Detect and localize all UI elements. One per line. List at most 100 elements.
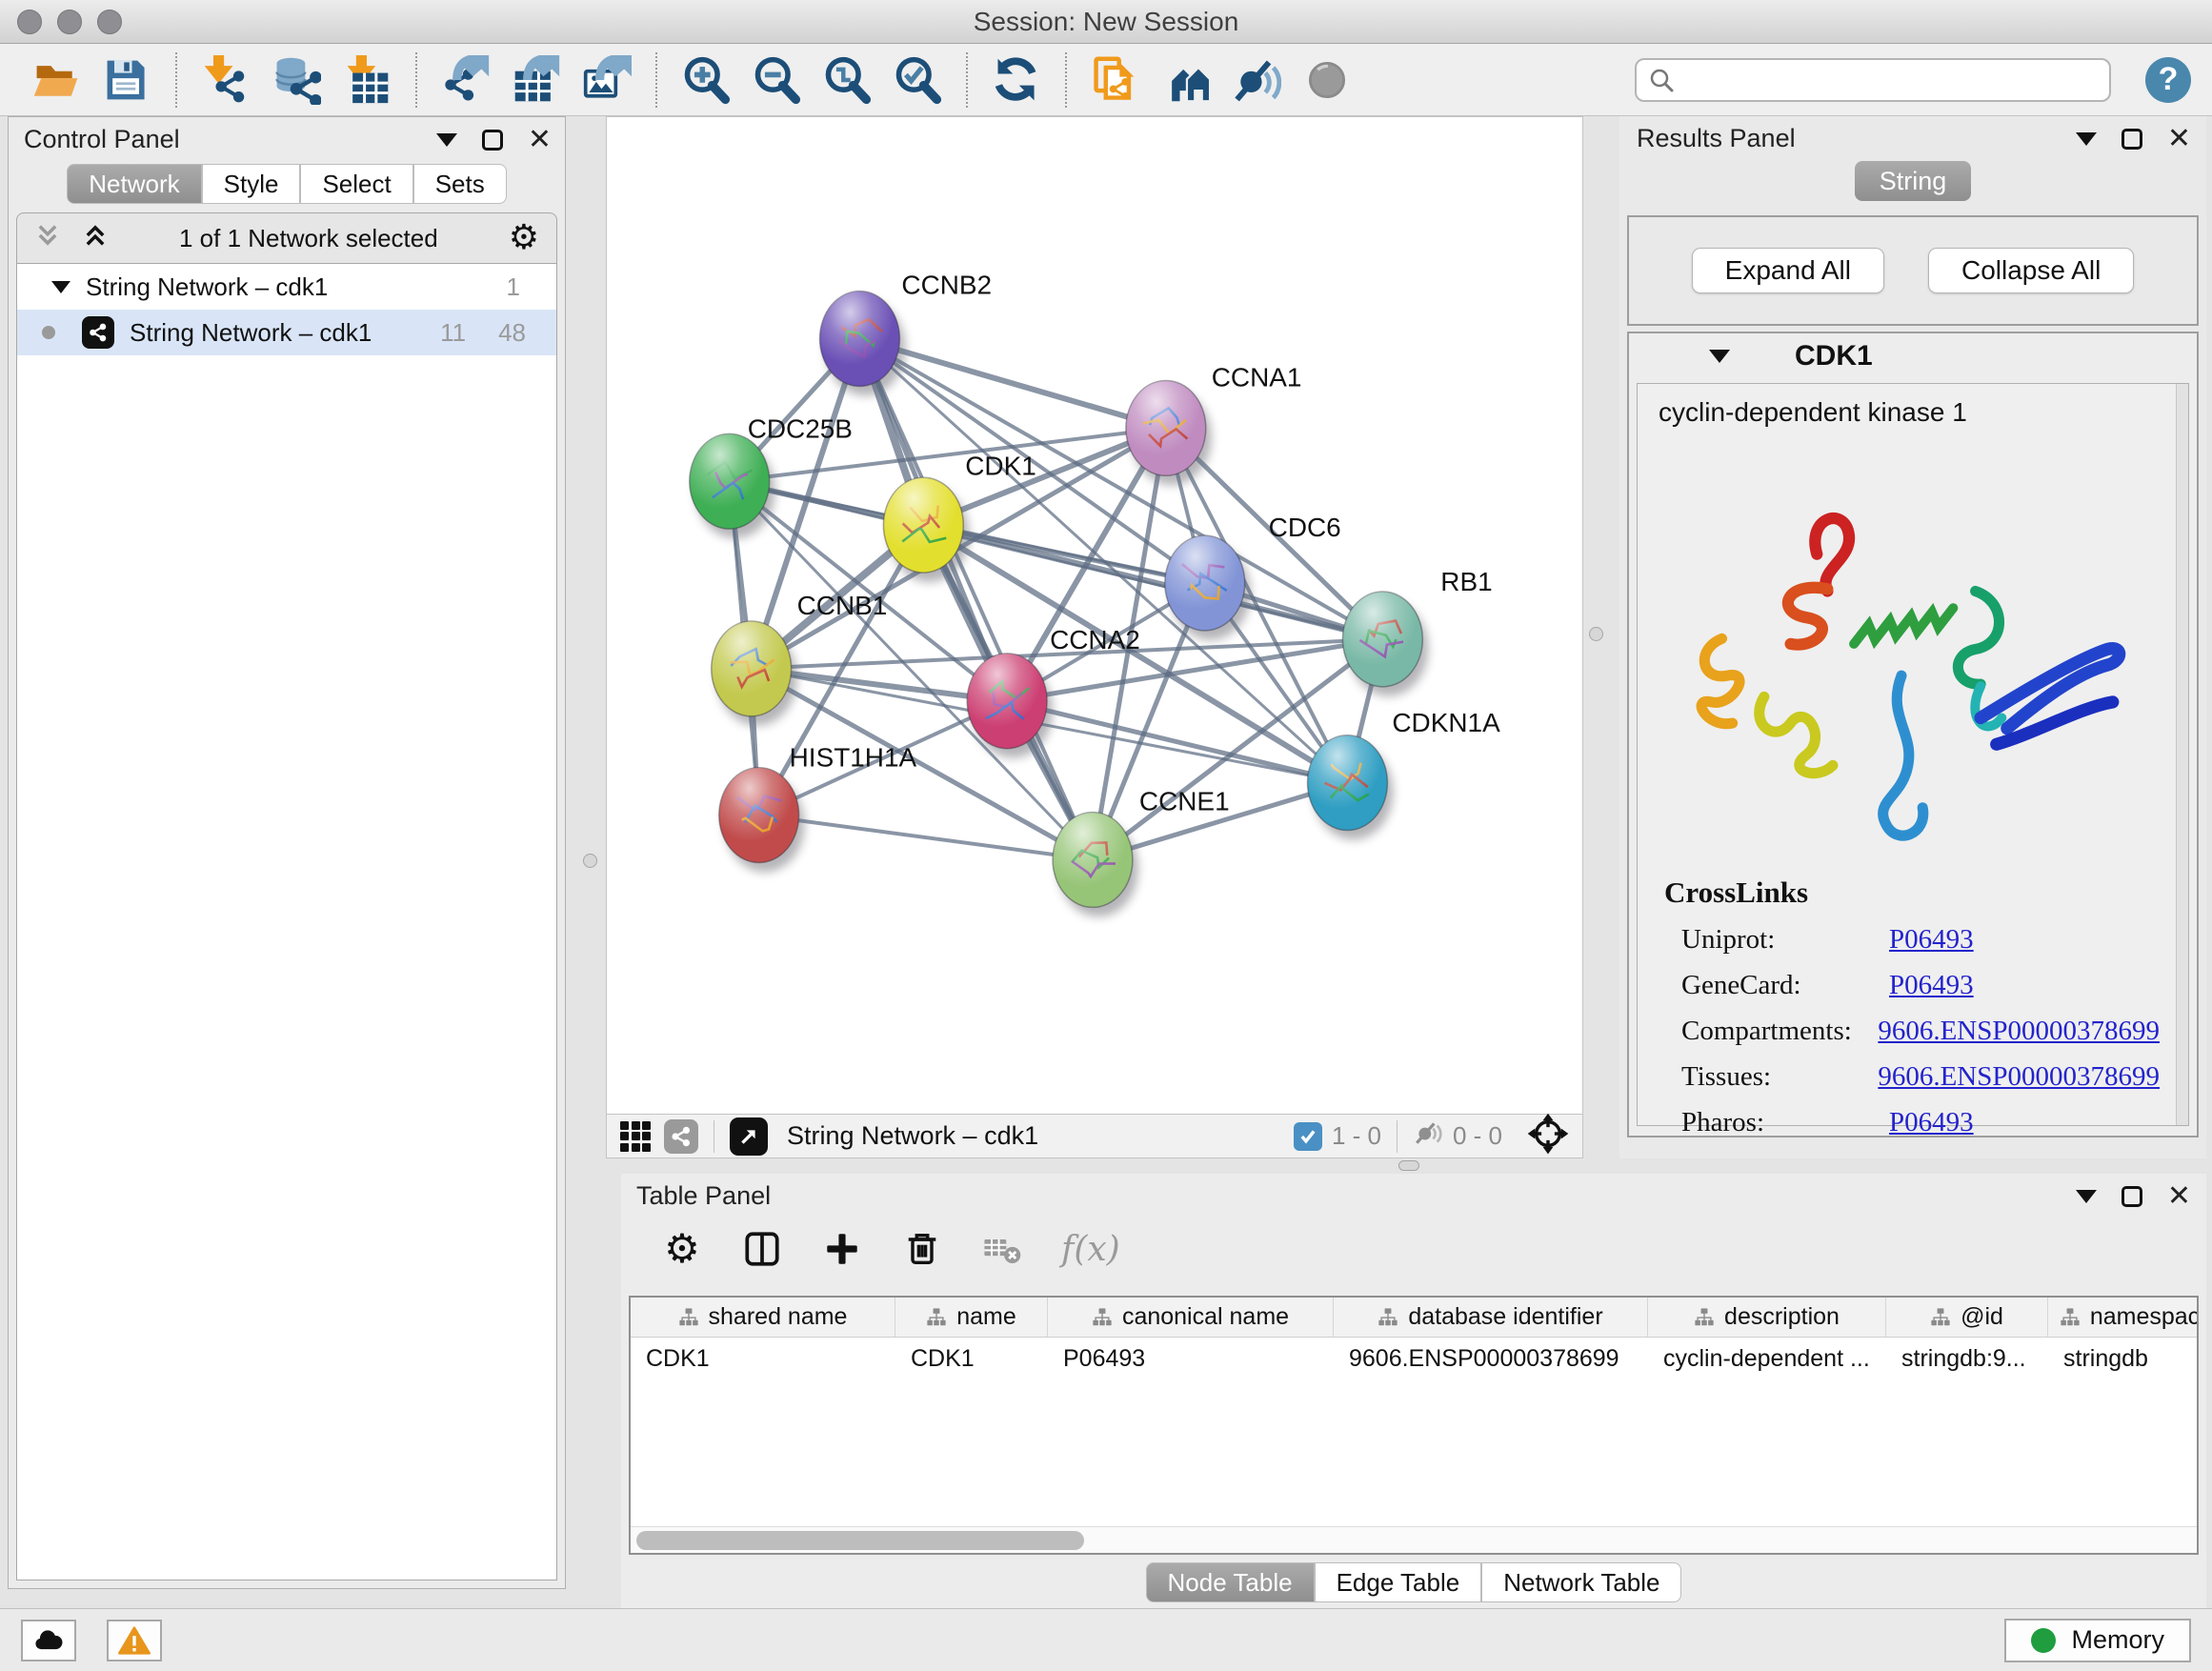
search-box[interactable] — [1635, 58, 2111, 102]
zoom-out-button[interactable] — [747, 50, 806, 110]
expand-all-button[interactable]: Expand All — [1692, 248, 1884, 293]
node-CCNB2[interactable] — [820, 292, 900, 387]
node-CCNA2[interactable] — [967, 654, 1047, 749]
panel-menu-caret-icon[interactable] — [436, 133, 457, 147]
close-panel-icon[interactable]: ✕ — [2167, 125, 2191, 153]
tab-style[interactable]: Style — [202, 164, 301, 204]
column-header-namespac[interactable]: namespac — [2048, 1298, 2199, 1337]
table-horizontal-scrollbar[interactable] — [631, 1526, 2197, 1553]
bottom-splitter-handle[interactable] — [1398, 1160, 1419, 1171]
import-network-from-file-button[interactable] — [196, 50, 255, 110]
main-toolbar-icons — [21, 50, 1362, 110]
gene-expander-icon[interactable] — [1709, 350, 1730, 363]
import-table-from-file-button[interactable] — [337, 50, 396, 110]
float-panel-icon[interactable] — [2122, 129, 2142, 150]
table-cell[interactable]: stringdb:9... — [1886, 1338, 2048, 1379]
table-cell[interactable]: P06493 — [1048, 1338, 1334, 1379]
delete-column-trash-icon[interactable] — [901, 1228, 943, 1270]
table-cell[interactable]: cyclin-dependent ... — [1648, 1338, 1886, 1379]
node-CCNE1[interactable] — [1053, 813, 1133, 908]
table-row[interactable]: CDK1CDK1P064939606.ENSP00000378699cyclin… — [631, 1338, 2197, 1379]
column-header-database-identifier[interactable]: database identifier — [1334, 1298, 1648, 1337]
results-scrollbar[interactable] — [2176, 384, 2188, 1125]
panel-menu-caret-icon[interactable] — [2076, 132, 2097, 146]
node-CDK1[interactable] — [883, 477, 963, 573]
save-session-button[interactable] — [97, 50, 156, 110]
zoom-selected-button[interactable] — [888, 50, 947, 110]
tab-string[interactable]: String — [1855, 161, 1972, 201]
refresh-network-view-button[interactable] — [987, 50, 1046, 110]
crosslink-label: Uniprot: — [1681, 924, 1889, 956]
hide-glasses-button[interactable] — [1227, 50, 1286, 110]
eye-button[interactable] — [1297, 50, 1357, 110]
help-button[interactable]: ? — [2145, 57, 2191, 103]
documents-share-button[interactable] — [1086, 50, 1145, 110]
crosslink-link[interactable]: 9606.ENSP00000378699 — [1878, 1016, 2160, 1047]
warnings-button[interactable] — [107, 1620, 162, 1661]
node-CDC6[interactable] — [1165, 535, 1245, 631]
close-panel-icon[interactable]: ✕ — [2167, 1182, 2191, 1211]
table-options-gear-icon[interactable]: ⚙ — [661, 1228, 703, 1270]
column-header-name[interactable]: name — [895, 1298, 1048, 1337]
import-network-from-database-button[interactable] — [267, 50, 326, 110]
selected-checkbox-icon[interactable] — [1294, 1122, 1322, 1151]
right-splitter-handle[interactable] — [1589, 627, 1603, 641]
node-HIST1H1A[interactable] — [719, 768, 799, 863]
float-panel-icon[interactable] — [2122, 1186, 2142, 1207]
scrollbar-thumb[interactable] — [636, 1531, 1084, 1550]
open-session-button[interactable] — [27, 50, 86, 110]
tab-network-table[interactable]: Network Table — [1481, 1562, 1681, 1602]
table-cell[interactable]: 9606.ENSP00000378699 — [1334, 1338, 1648, 1379]
network-collection-row[interactable]: String Network – cdk1 1 — [17, 264, 556, 310]
network-row[interactable]: String Network – cdk1 11 48 — [17, 310, 556, 355]
column-header-description[interactable]: description — [1648, 1298, 1886, 1337]
expand-all-networks-icon[interactable] — [82, 222, 109, 255]
export-network-button[interactable] — [436, 50, 495, 110]
export-table-button[interactable] — [507, 50, 566, 110]
hidden-eye-slash-icon — [1413, 1119, 1443, 1153]
float-panel-icon[interactable] — [482, 130, 503, 151]
node-CDKN1A[interactable] — [1308, 735, 1388, 831]
column-header--id[interactable]: @id — [1886, 1298, 2048, 1337]
export-image-button[interactable] — [577, 50, 636, 110]
node-RB1[interactable] — [1342, 592, 1422, 687]
search-input[interactable] — [1682, 65, 2098, 94]
tab-node-table[interactable]: Node Table — [1146, 1562, 1315, 1602]
node-CCNB1[interactable] — [712, 621, 792, 716]
panel-menu-caret-icon[interactable] — [2076, 1190, 2097, 1203]
crosslink-link[interactable]: P06493 — [1889, 1107, 1974, 1138]
birds-eye-toggle-icon[interactable] — [730, 1117, 768, 1156]
cloud-status-button[interactable] — [21, 1620, 76, 1661]
crosslink-link[interactable]: 9606.ENSP00000378699 — [1878, 1061, 2160, 1093]
collapse-all-networks-icon[interactable] — [34, 222, 61, 255]
tree-expander-icon[interactable] — [51, 281, 70, 293]
grid-view-icon[interactable] — [620, 1121, 651, 1152]
tab-sets[interactable]: Sets — [413, 164, 507, 204]
node-CDC25B[interactable] — [690, 433, 770, 529]
column-header-canonical-name[interactable]: canonical name — [1048, 1298, 1334, 1337]
close-panel-icon[interactable]: ✕ — [528, 126, 552, 154]
column-header-shared-name[interactable]: shared name — [631, 1298, 895, 1337]
zoom-fit-button[interactable] — [817, 50, 876, 110]
table-cell[interactable]: CDK1 — [631, 1338, 895, 1379]
collapse-all-button[interactable]: Collapse All — [1928, 248, 2134, 293]
tab-network[interactable]: Network — [67, 164, 201, 204]
crosslink-link[interactable]: P06493 — [1889, 924, 1974, 956]
zoom-in-button[interactable] — [676, 50, 735, 110]
table-cell[interactable]: CDK1 — [895, 1338, 1048, 1379]
network-canvas[interactable]: CCNB2CCNA1CDC25BCDK1CDC6RB1CCNB1CCNA2CDK… — [606, 116, 1583, 1115]
network-overview-icon[interactable] — [664, 1119, 698, 1154]
network-options-gear-icon[interactable]: ⚙ — [509, 221, 539, 255]
table-cell[interactable]: stringdb — [2048, 1338, 2199, 1379]
create-column-plus-icon[interactable] — [821, 1228, 863, 1270]
node-CCNA1[interactable] — [1126, 380, 1206, 475]
tab-edge-table[interactable]: Edge Table — [1315, 1562, 1482, 1602]
memory-button[interactable]: Memory — [2004, 1619, 2191, 1662]
table-header-row: shared namenamecanonical namedatabase id… — [631, 1298, 2197, 1338]
fit-content-crosshair-icon[interactable] — [1527, 1113, 1569, 1159]
tab-select[interactable]: Select — [300, 164, 412, 204]
crosslink-link[interactable]: P06493 — [1889, 970, 1974, 1001]
houses-button[interactable] — [1156, 50, 1216, 110]
left-splitter-handle[interactable] — [583, 854, 597, 868]
show-columns-icon[interactable] — [741, 1228, 783, 1270]
